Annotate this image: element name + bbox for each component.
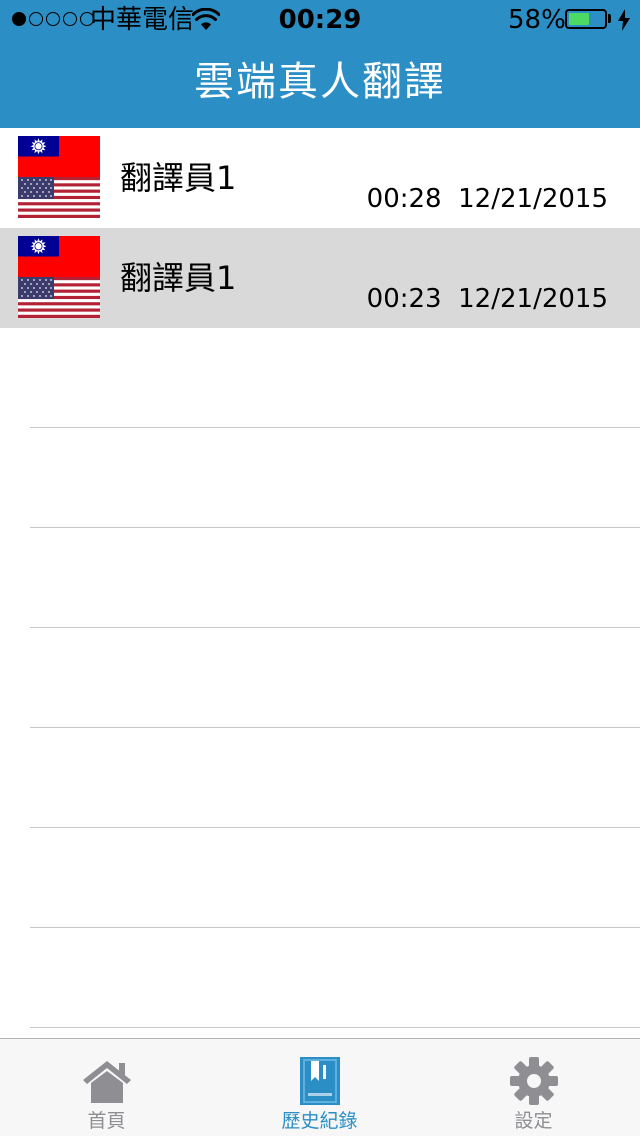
usa-flag-icon [18,277,100,318]
header: 中華電信 00:29 58% 雲端真人翻譯 [0,0,640,128]
row-separator [30,627,640,628]
row-separator [30,1027,640,1028]
history-list: 翻譯員1 00:28 12/21/2015 翻譯員1 00:23 12/21/2… [0,128,640,328]
translator-name: 翻譯員1 [120,159,237,197]
row-separator [30,727,640,728]
tab-history[interactable]: 歷史紀錄 [213,1039,426,1136]
tab-label: 設定 [514,1110,553,1132]
tab-label: 首頁 [87,1110,126,1132]
row-separator [30,827,640,828]
page-title: 雲端真人翻譯 [194,59,446,105]
row-separator [30,927,640,928]
tab-bar: 首頁 歷史紀錄 設定 [0,1038,640,1136]
gear-icon [509,1057,558,1105]
home-icon [82,1061,131,1103]
taiwan-flag-icon [18,136,100,177]
tab-home[interactable]: 首頁 [0,1039,213,1136]
history-row[interactable]: 翻譯員1 00:28 12/21/2015 [0,128,640,228]
translator-name: 翻譯員1 [120,259,237,297]
app-screen: 中華電信 00:29 58% 雲端真人翻譯 翻譯員1 00:28 12/21/2… [0,0,640,1136]
row-separator [30,527,640,528]
call-time: 00:28 [366,184,442,214]
language-pair [18,136,100,218]
tab-settings[interactable]: 設定 [427,1039,640,1136]
call-time: 00:23 [366,284,442,314]
battery-icon [565,9,607,29]
tab-label: 歷史紀錄 [281,1110,358,1132]
history-row[interactable]: 翻譯員1 00:23 12/21/2015 [0,228,640,328]
row-separator [30,427,640,428]
charging-icon [618,9,630,31]
usa-flag-icon [18,177,100,218]
taiwan-flag-icon [18,236,100,277]
call-timestamp: 00:23 12/21/2015 [367,282,608,316]
call-date: 12/21/2015 [458,184,608,214]
battery-percentage: 58% [508,5,566,35]
call-date: 12/21/2015 [458,284,608,314]
language-pair [18,236,100,318]
call-timestamp: 00:28 12/21/2015 [367,182,608,216]
status-bar: 中華電信 00:29 58% [0,0,640,40]
history-book-icon [299,1057,340,1105]
